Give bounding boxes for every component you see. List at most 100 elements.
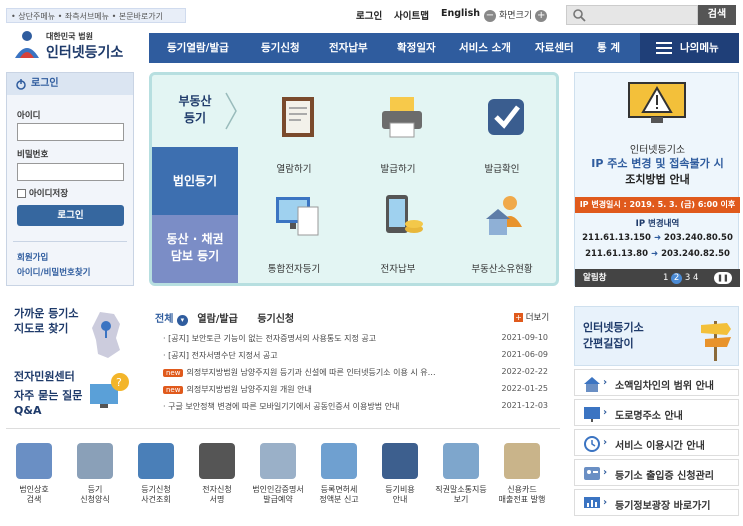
news-item[interactable]: · [공지] 전자서명수단 지정서 공고 2021-06-09 [155,347,558,364]
banner-date: IP 변경일시 : 2019. 5. 3. (금) 6:00 이후 [575,197,740,213]
pause-icon[interactable]: ❚❚ [714,272,732,284]
service-icon [321,443,357,479]
power-icon [16,79,26,90]
join-link[interactable]: 회원가입 [17,251,48,263]
quick-service-label: 신용카드 매출전표 발행 [498,485,546,504]
banner-page-1[interactable]: 1 [663,273,668,283]
e-civil-line1: 전자민원센터 [14,370,75,383]
skip-links[interactable]: • 상단주메뉴 • 좌측서브메뉴 • 본문바로가기 [6,8,186,23]
shortcut-info-plaza[interactable]: › 등기정보광장 바로가기 [574,489,739,516]
shortcut-service-hours[interactable]: › 서비스 이용시간 안내 [574,429,739,456]
nav-item-fixed-date[interactable]: 확정일자 [397,33,436,63]
quick-service-label: 등기 신청양식 [80,485,110,504]
tile-integrated-label: 통합전자등기 [267,264,321,275]
zoom-out-icon[interactable]: − [484,9,496,22]
news-item[interactable]: new 의정부지방법원 남양주지원 개원 안내 2022-01-25 [155,381,558,398]
help-monitor-icon: ? [90,373,129,408]
nav-item-resource[interactable]: 자료센터 [535,33,574,63]
quick-service-item[interactable]: 등기비용 안내 [372,443,428,505]
tab-corporate[interactable]: 법인등기 [152,147,238,215]
news-item[interactable]: · 구글 보안정책 변경에 따른 모바일기기에서 공동인증서 이용방법 안내 20… [155,398,558,415]
nav-item-statistics[interactable]: 통 계 [597,33,620,63]
svg-text:?: ? [116,376,122,389]
news-item[interactable]: · [공지] 보안토큰 기능이 없는 전자증명서의 사용통도 지정 공고 2021… [155,330,558,347]
news-tab-all[interactable]: 전체 [155,314,173,325]
quick-service-item[interactable]: 신용카드 매출전표 발행 [494,443,550,505]
sitemap-link[interactable]: 사이트맵 [394,8,429,24]
quick-service-item[interactable]: 전자신청 서명 [189,443,245,505]
banner-page-3[interactable]: 3 [685,273,690,283]
nav-item-view-issue[interactable]: 등기열람/발급 [167,33,229,63]
ip-new-2: 203.240.82.50 [661,249,730,259]
document-magnifier-icon [282,97,314,137]
e-civil-center[interactable]: 전자민원센터 자주 묻는 질문 Q&A [14,369,82,418]
banner-line1: 인터넷등기소 [629,145,686,156]
banner-page-2[interactable]: 2 [671,273,683,284]
tile-verify[interactable]: 발급확인 [452,91,552,191]
quick-service-item[interactable]: 등기 신청양식 [67,443,123,505]
english-link[interactable]: English [441,8,480,24]
shortcut-small-tenant[interactable]: › 소액임차인의 범위 안내 [574,369,739,396]
quick-service-label: 등록면허세 정액분 신고 [319,485,359,504]
house-icon [584,377,600,392]
quick-service-item[interactable]: 등기신청 사건조회 [128,443,184,505]
login-header: 로그인 [7,73,133,95]
quick-service-item[interactable]: 법인상호 검색 [6,443,62,505]
tile-integrated-e-registry[interactable]: 통합전자등기 [244,191,344,283]
site-logo[interactable]: 대한민국 법원 인터넷등기소 [12,28,140,64]
nav-item-e-payment[interactable]: 전자납부 [329,33,368,63]
ip-change-banner[interactable]: 인터넷등기소 IP 주소 변경 및 접속불가 시 조치방법 안내 IP 변경일시… [574,72,740,287]
plus-icon: + [514,313,523,322]
main-nav: 등기열람/발급 등기신청 전자납부 확정일자 서비스 소개 자료센터 통 계 [149,33,640,63]
road-sign-icon [584,407,600,422]
search-input[interactable] [566,5,698,25]
nav-item-service-intro[interactable]: 서비스 소개 [459,33,511,63]
tab-movable-property[interactable]: 동산 · 채권 담보 등기 [152,215,238,283]
password-input[interactable] [17,163,124,181]
arrow-right-icon: ➜ [650,249,659,259]
printer-icon [382,97,422,138]
login-link[interactable]: 로그인 [356,8,382,24]
quick-service-item[interactable]: 법인인감증명서 발급예약 [250,443,306,505]
banner-page-4[interactable]: 4 [693,273,698,283]
tile-ownership-label: 부동산소유현황 [471,264,533,275]
login-button[interactable]: 로그인 [17,205,124,226]
news-item[interactable]: new 의정부지방법원 남양주지원 등기과 신설에 따른 인터넷등기소 이용 시 … [155,364,558,381]
save-id-label: 아이디저장 [28,189,69,199]
monitor-document-icon [276,197,319,236]
court-emblem-icon [15,31,39,58]
tile-e-payment[interactable]: 전자납부 [348,191,448,283]
tile-ownership[interactable]: 부동산소유현황 [452,191,552,283]
id-label: 아이디 [17,111,41,121]
quick-service-label: 전자신청 서명 [202,485,232,504]
more-link[interactable]: + 더보기 [514,311,549,323]
search-button[interactable]: 검색 [698,5,736,25]
find-registry-map[interactable]: 가까운 등기소 지도로 찾기 [14,306,79,336]
tile-view[interactable]: 열람하기 [244,91,344,191]
signpost-icon [701,321,731,361]
password-label: 비밀번호 [17,150,49,160]
find-account-link[interactable]: 아이디/비밀번호찾기 [17,266,91,278]
easy-guide-banner[interactable]: 인터넷등기소 간편길잡이 [574,306,739,366]
news-tab-apply[interactable]: 등기신청 [257,314,294,325]
shortcut-entry-pass[interactable]: › 등기소 출입증 신청관리 [574,459,739,486]
news-tab-view[interactable]: 열람/발급 [197,314,237,325]
tile-view-label: 열람하기 [276,164,312,175]
save-id-checkbox[interactable] [17,189,26,198]
tile-issue[interactable]: 발급하기 [348,91,448,191]
id-input[interactable] [17,123,124,141]
zoom-label: 화면크기 [499,11,533,21]
quick-service-item[interactable]: 직권말소통지등 보기 [433,443,489,505]
service-icon [77,443,113,479]
shortcut-road-address[interactable]: › 도로명주소 안내 [574,399,739,426]
service-icon [443,443,479,479]
zoom-in-icon[interactable]: + [535,9,548,22]
quick-service-item[interactable]: 등록면허세 정액분 신고 [311,443,367,505]
quick-service-label: 등기비용 안내 [385,485,415,504]
banner-bar-label: 알림창 [583,273,607,283]
nav-item-apply[interactable]: 등기신청 [261,33,300,63]
tile-verify-label: 발급확인 [484,164,520,175]
login-title: 로그인 [31,78,59,89]
chart-monitor-icon [584,497,600,508]
my-menu-button[interactable]: 나의메뉴 [640,33,739,63]
